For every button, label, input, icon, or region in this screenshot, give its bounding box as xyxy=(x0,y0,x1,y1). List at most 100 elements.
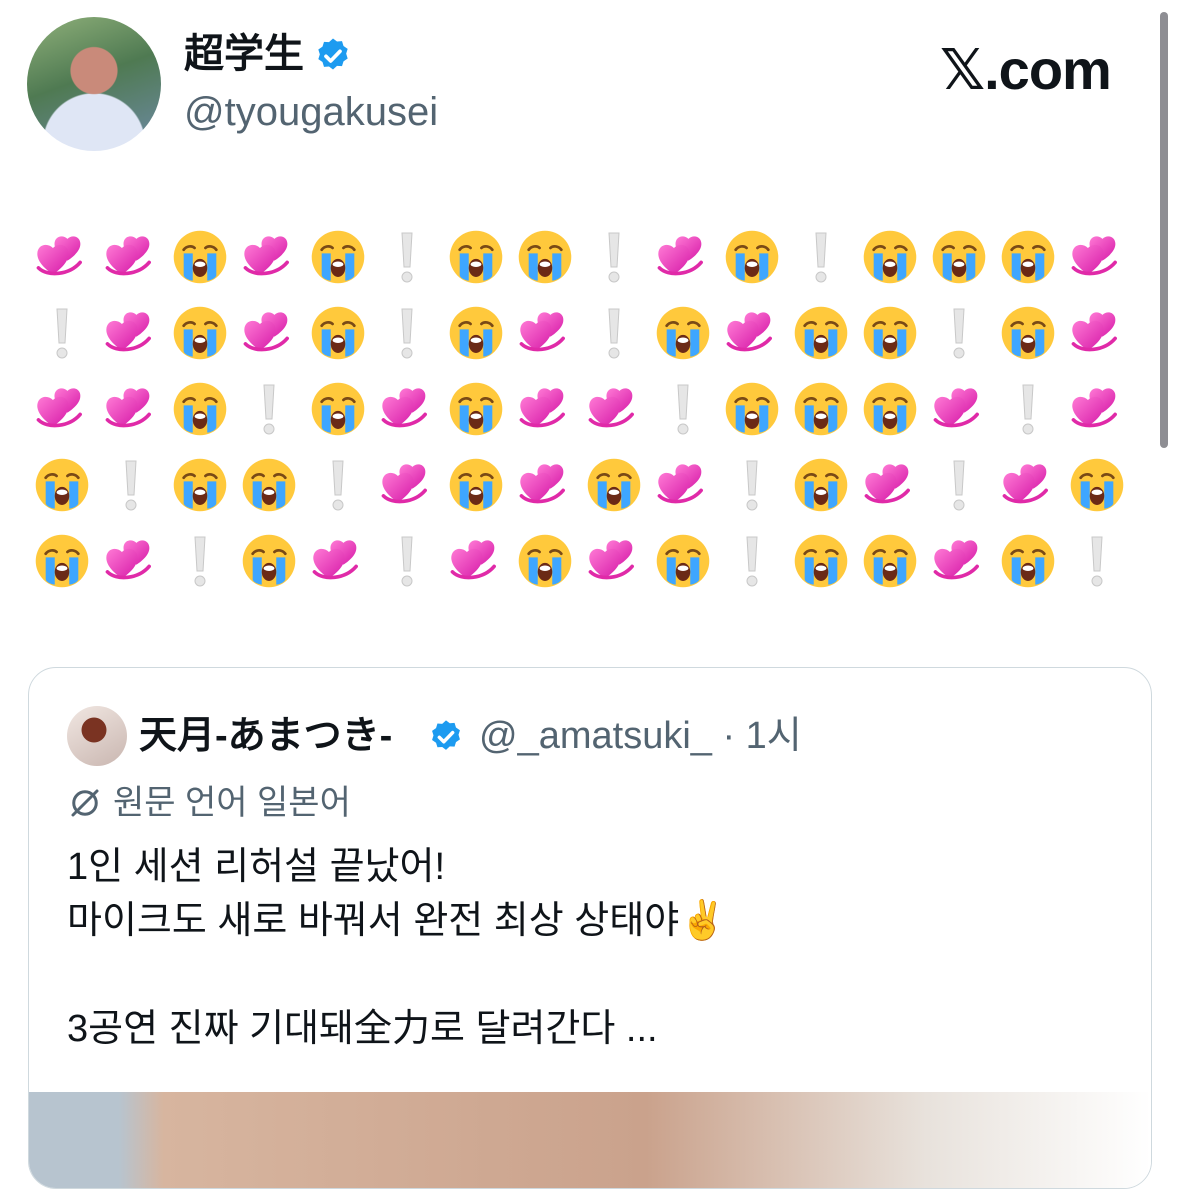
white-exclamation-emoji xyxy=(927,453,991,517)
loudly-crying-face-emoji xyxy=(444,301,508,365)
loudly-crying-face-emoji xyxy=(651,529,715,593)
quoted-text-line: 1인 세션 리허설 끝났어! xyxy=(67,846,446,888)
white-exclamation-emoji xyxy=(168,529,232,593)
loudly-crying-face-emoji xyxy=(996,529,1060,593)
quoted-text-line: 3공연 진짜 기대돼全力로 달려간다 ... xyxy=(67,1008,658,1050)
loudly-crying-face-emoji xyxy=(237,529,301,593)
revolving-hearts-emoji xyxy=(858,453,922,517)
revolving-hearts-emoji xyxy=(444,529,508,593)
white-exclamation-emoji xyxy=(237,377,301,441)
revolving-hearts-emoji xyxy=(582,529,646,593)
loudly-crying-face-emoji xyxy=(444,377,508,441)
loudly-crying-face-emoji xyxy=(168,301,232,365)
loudly-crying-face-emoji xyxy=(858,225,922,289)
revolving-hearts-emoji xyxy=(927,377,991,441)
revolving-hearts-emoji xyxy=(237,301,301,365)
author-avatar[interactable] xyxy=(27,17,161,151)
revolving-hearts-emoji xyxy=(996,453,1060,517)
revolving-hearts-emoji xyxy=(1065,301,1129,365)
loudly-crying-face-emoji xyxy=(858,529,922,593)
loudly-crying-face-emoji xyxy=(858,301,922,365)
translation-label: 원문 언어 일본어 xyxy=(67,782,351,824)
white-exclamation-emoji xyxy=(651,377,715,441)
revolving-hearts-emoji xyxy=(651,225,715,289)
loudly-crying-face-emoji xyxy=(789,377,853,441)
white-exclamation-emoji xyxy=(720,453,784,517)
author-handle[interactable]: @tyougakusei xyxy=(184,88,438,136)
quoted-media-image[interactable] xyxy=(29,1092,1151,1188)
loudly-crying-face-emoji xyxy=(306,225,370,289)
white-exclamation-emoji xyxy=(375,529,439,593)
revolving-hearts-emoji xyxy=(375,453,439,517)
revolving-hearts-emoji xyxy=(927,529,991,593)
loudly-crying-face-emoji xyxy=(168,377,232,441)
loudly-crying-face-emoji xyxy=(582,453,646,517)
white-exclamation-emoji xyxy=(720,529,784,593)
emoji-row xyxy=(30,377,1130,453)
loudly-crying-face-emoji xyxy=(789,529,853,593)
white-exclamation-emoji xyxy=(789,225,853,289)
quoted-avatar[interactable] xyxy=(67,706,127,766)
loudly-crying-face-emoji xyxy=(720,377,784,441)
white-exclamation-emoji xyxy=(30,301,94,365)
loudly-crying-face-emoji xyxy=(168,225,232,289)
loudly-crying-face-emoji xyxy=(306,301,370,365)
white-exclamation-emoji xyxy=(306,453,370,517)
loudly-crying-face-emoji xyxy=(444,225,508,289)
white-exclamation-emoji xyxy=(99,453,163,517)
emoji-row xyxy=(30,225,1130,301)
loudly-crying-face-emoji xyxy=(1065,453,1129,517)
revolving-hearts-emoji xyxy=(306,529,370,593)
emoji-row xyxy=(30,529,1130,605)
x-logo: 𝕏.com xyxy=(940,38,1112,101)
translate-icon xyxy=(71,789,99,817)
revolving-hearts-emoji xyxy=(237,225,301,289)
white-exclamation-emoji xyxy=(582,301,646,365)
loudly-crying-face-emoji xyxy=(30,453,94,517)
loudly-crying-face-emoji xyxy=(927,225,991,289)
white-exclamation-emoji xyxy=(927,301,991,365)
white-exclamation-emoji xyxy=(375,225,439,289)
verified-badge-icon xyxy=(432,720,460,750)
white-exclamation-emoji xyxy=(582,225,646,289)
revolving-hearts-emoji xyxy=(513,377,577,441)
revolving-hearts-emoji xyxy=(99,301,163,365)
emoji-grid xyxy=(30,225,1130,605)
loudly-crying-face-emoji xyxy=(996,225,1060,289)
revolving-hearts-emoji xyxy=(720,301,784,365)
scrollbar[interactable] xyxy=(1160,12,1168,448)
revolving-hearts-emoji xyxy=(375,377,439,441)
loudly-crying-face-emoji xyxy=(651,301,715,365)
revolving-hearts-emoji xyxy=(99,377,163,441)
loudly-crying-face-emoji xyxy=(444,453,508,517)
verified-badge-icon xyxy=(318,38,348,70)
revolving-hearts-emoji xyxy=(513,301,577,365)
loudly-crying-face-emoji xyxy=(789,301,853,365)
translation-text: 원문 언어 일본어 xyxy=(113,784,351,822)
quoted-handle-time[interactable]: @_amatsuki_ · 1시 xyxy=(479,714,802,758)
revolving-hearts-emoji xyxy=(99,529,163,593)
loudly-crying-face-emoji xyxy=(996,301,1060,365)
loudly-crying-face-emoji xyxy=(306,377,370,441)
loudly-crying-face-emoji xyxy=(237,453,301,517)
loudly-crying-face-emoji xyxy=(30,529,94,593)
revolving-hearts-emoji xyxy=(99,225,163,289)
revolving-hearts-emoji xyxy=(30,225,94,289)
quoted-author-name[interactable]: 天月-あまつき- xyxy=(139,714,392,758)
loudly-crying-face-emoji xyxy=(168,453,232,517)
author-name[interactable]: 超学生 xyxy=(184,30,304,78)
quoted-text: 1인 세션 리허설 끝났어! 마이크도 새로 바꿔서 완전 최상 상태야✌️ 3… xyxy=(67,840,726,1056)
quoted-text-line xyxy=(67,948,726,1002)
revolving-hearts-emoji xyxy=(30,377,94,441)
revolving-hearts-emoji xyxy=(1065,377,1129,441)
revolving-hearts-emoji xyxy=(582,377,646,441)
emoji-row xyxy=(30,301,1130,377)
white-exclamation-emoji xyxy=(1065,529,1129,593)
loudly-crying-face-emoji xyxy=(720,225,784,289)
loudly-crying-face-emoji xyxy=(513,529,577,593)
revolving-hearts-emoji xyxy=(513,453,577,517)
quoted-tweet[interactable]: 天月-あまつき- @_amatsuki_ · 1시 원문 언어 일본어 1인 세… xyxy=(28,667,1152,1189)
revolving-hearts-emoji xyxy=(651,453,715,517)
loudly-crying-face-emoji xyxy=(858,377,922,441)
loudly-crying-face-emoji xyxy=(789,453,853,517)
